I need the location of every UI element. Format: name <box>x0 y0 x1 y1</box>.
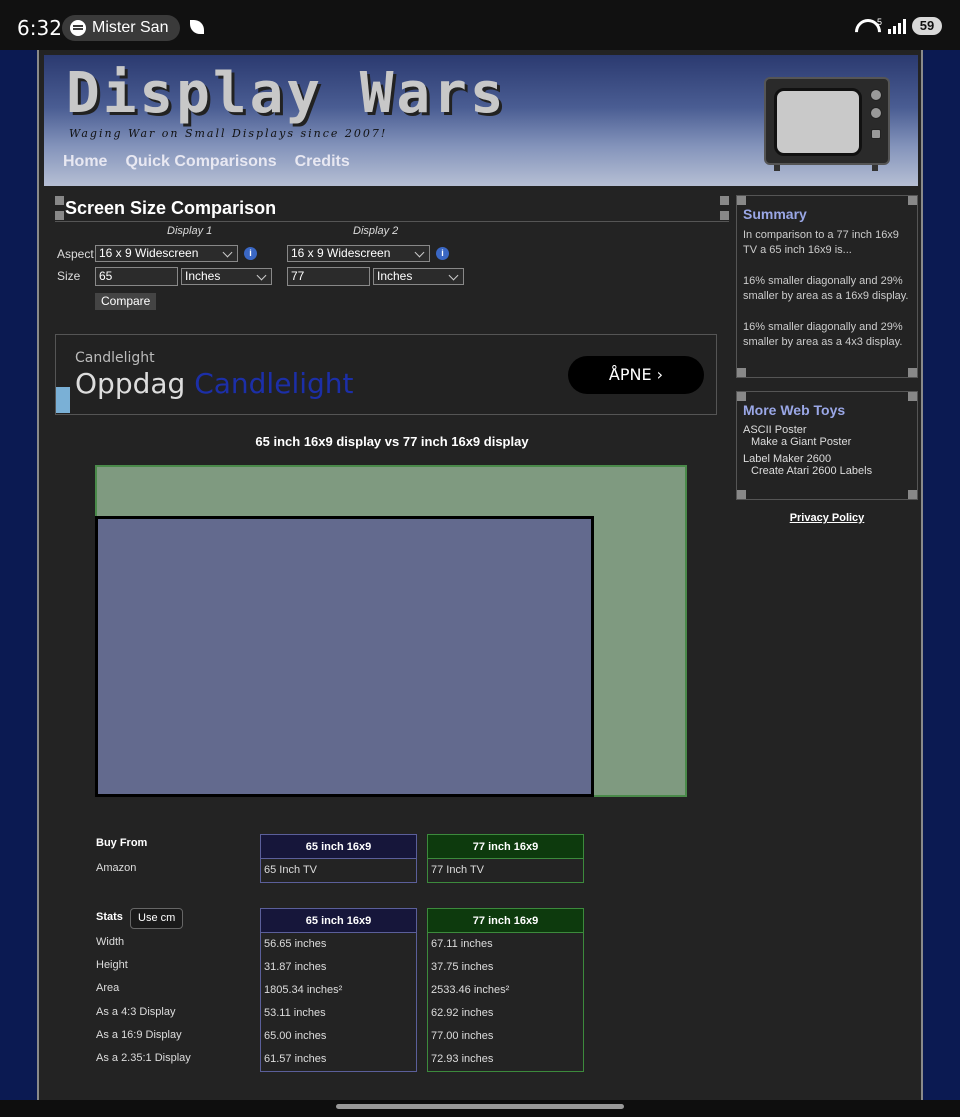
comparison-panel-header: Screen Size Comparison <box>55 196 729 222</box>
nav-quick-comparisons[interactable]: Quick Comparisons <box>125 153 276 171</box>
site-logo[interactable]: Display Wars <box>66 61 507 126</box>
toy-name[interactable]: ASCII Poster <box>737 424 917 436</box>
buy-link-display1[interactable]: 65 Inch TV <box>261 859 416 882</box>
status-icons: 5 59 <box>855 17 942 35</box>
ad-open-button[interactable]: ÅPNE › <box>568 356 704 394</box>
leaf-icon <box>190 20 204 34</box>
toy-name[interactable]: Label Maker 2600 <box>737 453 917 465</box>
page-frame: Display Wars Waging War on Small Display… <box>37 50 923 1100</box>
ad-open-label: ÅPNE <box>608 365 652 384</box>
stats-cell-display1: 53.11 inches <box>264 1007 326 1019</box>
spotify-icon <box>70 20 86 36</box>
stats-row-label: Height <box>96 959 128 972</box>
toy-description: Make a Giant Poster <box>751 436 852 448</box>
display2-info-icon[interactable]: i <box>436 247 449 260</box>
toy-description: Create Atari 2600 Labels <box>751 465 873 477</box>
buy-row-label: Amazon <box>96 862 137 874</box>
site-tagline: Waging War on Small Displays since 2007! <box>69 127 388 140</box>
ad-info-badge[interactable] <box>56 387 70 413</box>
signal-icon <box>888 18 906 34</box>
buy-col1-header: 65 inch 16x9 <box>261 835 416 859</box>
tv-illustration <box>764 73 892 171</box>
stats-col1-cells: 56.65 inches 31.87 inches 1805.34 inches² 5… <box>261 933 416 1071</box>
summary-intro: In comparison to a 77 inch 16x9 TV a 65 … <box>743 229 899 256</box>
stats-row-label: As a 16:9 Display <box>96 1028 182 1041</box>
summary-title: Summary <box>743 206 807 222</box>
stats-cell-display1: 1805.34 inches² <box>264 984 343 996</box>
buy-from-label: Buy From <box>96 837 148 849</box>
display1-heading: Display 1 <box>167 225 213 237</box>
stats-label: Stats <box>96 911 123 923</box>
ad-headline-prefix: Oppdag <box>75 367 186 400</box>
comparison-title: 65 inch 16x9 display vs 77 inch 16x9 dis… <box>255 434 529 449</box>
use-cm-button[interactable]: Use cm <box>130 908 184 929</box>
stats-cell-display1: 31.87 inches <box>264 961 327 973</box>
media-pill[interactable]: Mister San <box>62 15 180 41</box>
display1-info-icon[interactable]: i <box>244 247 257 260</box>
stats-row-label: Area <box>96 982 120 995</box>
stats-cell-display2: 62.92 inches <box>431 1007 494 1019</box>
stats-cell-display1: 56.65 inches <box>264 938 327 950</box>
site-header: Display Wars Waging War on Small Display… <box>44 55 918 186</box>
summary-box: Summary In comparison to a 77 inch 16x9 … <box>736 195 918 378</box>
stats-row-label: As a 4:3 Display <box>96 1005 176 1018</box>
aspect-label: Aspect <box>57 247 94 261</box>
stats-cell-display2: 37.75 inches <box>431 961 494 973</box>
stats-col1-header: 65 inch 16x9 <box>261 909 416 933</box>
web-toys-title: More Web Toys <box>743 402 846 418</box>
stats-col2-header: 77 inch 16x9 <box>428 909 583 933</box>
chevron-right-icon: › <box>656 365 664 384</box>
nav-home[interactable]: Home <box>63 153 107 171</box>
stats-cell-display1: 65.00 inches <box>264 1030 327 1042</box>
wifi-icon <box>855 17 877 35</box>
status-bar: 6:32 Mister San 5 59 <box>0 0 960 50</box>
page-title: Screen Size Comparison <box>65 198 277 218</box>
display2-unit-select[interactable]: Inches <box>373 268 464 285</box>
summary-line-16x9: 16% smaller diagonally and 29% smaller b… <box>743 275 909 302</box>
display2-size-input[interactable]: 77 <box>287 267 370 286</box>
buy-column-display1: 65 inch 16x9 65 Inch TV <box>260 834 417 883</box>
stats-cell-display2: 72.93 inches <box>431 1053 494 1065</box>
display1-size-input[interactable]: 65 <box>95 267 178 286</box>
battery-indicator: 59 <box>912 17 942 35</box>
stats-column-display2: 77 inch 16x9 67.11 inches 37.75 inches 253… <box>427 908 584 1072</box>
nav-credits[interactable]: Credits <box>295 153 350 171</box>
stats-cell-display2: 67.11 inches <box>431 938 493 950</box>
stats-row-label: As a 2.35:1 Display <box>96 1052 191 1064</box>
display2-heading: Display 2 <box>353 225 399 237</box>
buy-col2-header: 77 inch 16x9 <box>428 835 583 859</box>
ad-banner[interactable]: Candlelight Oppdag Candlelight ÅPNE › <box>55 334 717 415</box>
toy-item[interactable]: Label Maker 2600 Create Atari 2600 Label… <box>737 453 917 477</box>
stats-column-display1: 65 inch 16x9 56.65 inches 31.87 inches 180… <box>260 908 417 1072</box>
size-visualization <box>95 465 689 799</box>
buy-link-display2[interactable]: 77 Inch TV <box>428 859 583 882</box>
display1-rectangle <box>95 516 594 797</box>
media-label: Mister San <box>92 19 169 36</box>
stats-cell-display2: 77.00 inches <box>431 1030 494 1042</box>
summary-line-4x3: 16% smaller diagonally and 29% smaller b… <box>743 321 903 348</box>
ad-headline: Oppdag Candlelight <box>75 367 354 400</box>
ad-headline-highlight: Candlelight <box>194 367 354 400</box>
stats-cell-display2: 2533.46 inches² <box>431 984 510 996</box>
main-nav: Home Quick Comparisons Credits <box>63 153 350 171</box>
home-indicator[interactable] <box>336 1104 624 1109</box>
compare-button[interactable]: Compare <box>95 293 157 310</box>
ad-brand: Candlelight <box>75 350 155 366</box>
clock: 6:32 <box>17 16 62 40</box>
stats-col2-cells: 67.11 inches 37.75 inches 2533.46 inches² 6… <box>428 933 583 1071</box>
size-label: Size <box>57 269 81 283</box>
display1-unit-select[interactable]: Inches <box>181 268 272 285</box>
toy-item[interactable]: ASCII Poster Make a Giant Poster <box>737 424 917 448</box>
web-toys-box: More Web Toys ASCII Poster Make a Giant … <box>736 391 918 500</box>
stats-cell-display1: 61.57 inches <box>264 1053 327 1065</box>
stats-row-label: Width <box>96 936 125 948</box>
buy-column-display2: 77 inch 16x9 77 Inch TV <box>427 834 584 883</box>
display1-aspect-select[interactable]: 16 x 9 Widescreen <box>95 245 238 262</box>
privacy-policy-link[interactable]: Privacy Policy <box>736 512 918 524</box>
display2-aspect-select[interactable]: 16 x 9 Widescreen <box>287 245 430 262</box>
